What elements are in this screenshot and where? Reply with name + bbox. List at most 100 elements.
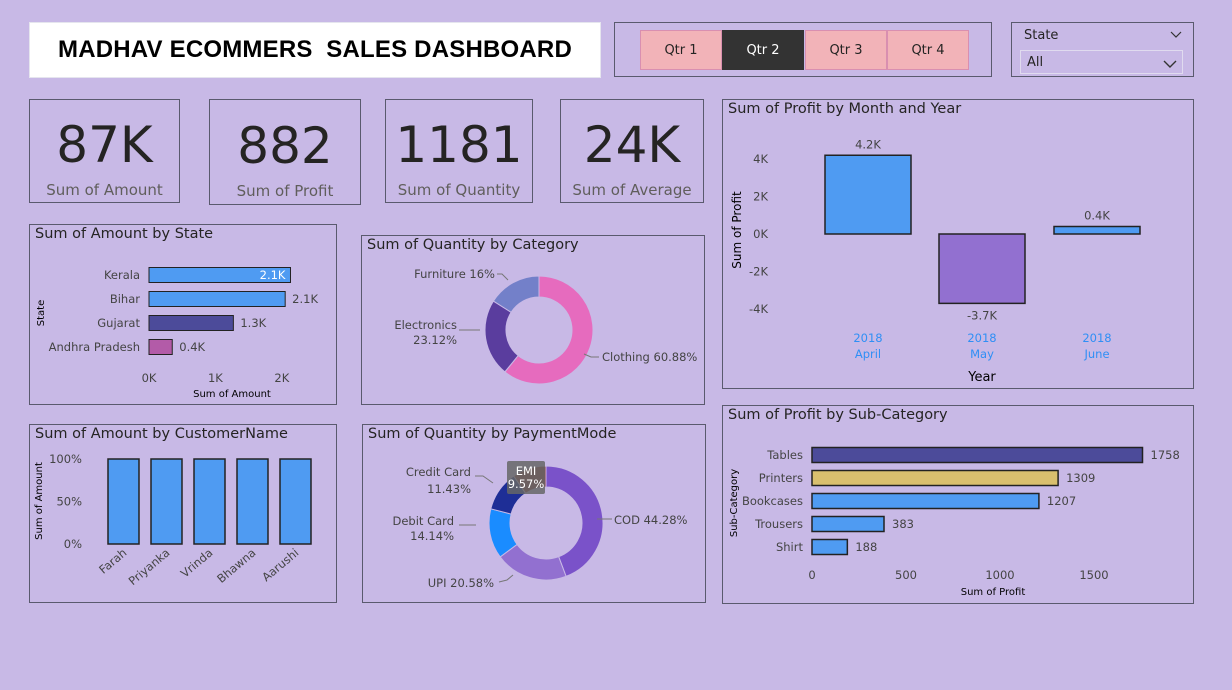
category-label: Shirt — [776, 540, 804, 554]
slice-label: 14.14% — [410, 529, 454, 543]
tick-label: 100% — [49, 452, 82, 466]
x-axis-label: Sum of Amount — [193, 389, 271, 400]
kpi-card-quantity: 1181 Sum of Quantity — [385, 99, 533, 203]
tick-label: 0K — [753, 227, 768, 241]
profit-by-subcategory-chart: Sub-Category Tables 1758 Printers 1309 Bookca… — [729, 446, 1180, 598]
dashboard-title: MADHAV ECOMMERS SALES DASHBOARD — [58, 36, 572, 63]
quantity-by-category-panel: Sum of Quantity by Category Clothing 60.… — [361, 235, 705, 405]
data-label: 1.3K — [240, 316, 266, 330]
slice-label: UPI 20.58% — [428, 576, 494, 590]
tick-label: 50% — [56, 495, 82, 509]
bar — [811, 515, 885, 533]
data-label: 1758 — [1151, 448, 1180, 462]
state-filter: State All — [1011, 22, 1194, 77]
qtr-2-button[interactable]: Qtr 2 — [722, 30, 804, 70]
slice-label: 11.43% — [427, 482, 471, 496]
y-axis-label: Sum of Profit — [730, 191, 744, 269]
tick-label: -4K — [749, 302, 768, 316]
kpi-label: Sum of Quantity — [397, 181, 521, 199]
slice-label: 9.57% — [508, 477, 545, 491]
quarter-slicer: Qtr 1 Qtr 2 Qtr 3 Qtr 4 — [614, 22, 992, 77]
x-tick-label: Bhawna — [214, 546, 258, 586]
bar — [279, 458, 312, 545]
x-tick-year: 2018 — [853, 331, 882, 345]
x-tick-label: Priyanka — [126, 546, 173, 588]
tick-label: 1K — [208, 371, 223, 385]
bar — [811, 446, 1144, 464]
qtr-4-button[interactable]: Qtr 4 — [887, 30, 969, 70]
pie-slice — [484, 300, 519, 373]
bar — [811, 492, 1040, 510]
data-label: 0.4K — [1084, 209, 1110, 223]
slice-label: Clothing 60.88% — [602, 350, 697, 364]
slice-label: Debit Card — [393, 514, 455, 528]
amount-by-customer-panel: Sum of Amount by CustomerName Sum of Amo… — [29, 424, 337, 603]
state-filter-label: State — [1024, 28, 1059, 43]
x-tick-year: 2018 — [1082, 331, 1111, 345]
leader-line — [498, 574, 514, 583]
x-tick-month: May — [970, 347, 994, 361]
category-label: Andhra Pradesh — [49, 340, 140, 354]
kpi-label: Sum of Average — [572, 181, 692, 199]
data-label: -3.7K — [967, 308, 997, 322]
data-label: 188 — [855, 540, 877, 554]
chevron-down-icon[interactable] — [1169, 26, 1183, 45]
bar — [148, 315, 234, 331]
slice-label: Electronics — [394, 318, 457, 332]
x-tick-label: Aarushi — [259, 546, 301, 585]
state-dropdown[interactable]: All — [1020, 50, 1183, 74]
kpi-label: Sum of Amount — [46, 181, 163, 199]
qtr-3-button[interactable]: Qtr 3 — [805, 30, 887, 70]
bar — [938, 233, 1026, 305]
kpi-label: Sum of Profit — [236, 182, 334, 200]
kpi-card-amount: 87K Sum of Amount — [29, 99, 180, 203]
slice-label: EMI — [516, 464, 537, 478]
quantity-by-category-chart: Clothing 60.88% Electronics23.12% Furnitur… — [394, 267, 697, 385]
leader-line — [497, 273, 509, 281]
bar — [148, 339, 173, 355]
kpi-card-average: 24K Sum of Average — [560, 99, 704, 203]
x-axis-label: Year — [967, 370, 996, 385]
qtr-1-button[interactable]: Qtr 1 — [640, 30, 722, 70]
x-tick-month: June — [1083, 347, 1109, 361]
kpi-value: 24K — [583, 116, 681, 174]
bar — [148, 291, 286, 307]
category-label: Kerala — [104, 268, 140, 282]
y-axis-label: Sub-Category — [729, 469, 740, 537]
data-label: 1207 — [1047, 494, 1076, 508]
quantity-by-payment-panel: Sum of Quantity by PaymentMode EMI 9.57% C… — [362, 424, 706, 603]
amount-by-state-panel: Sum of Amount by State State Kerala 2.1K Bi… — [29, 224, 337, 405]
slice-label: 23.12% — [413, 333, 457, 347]
quantity-by-payment-chart: EMI9.57% COD 44.28% UPI 20.58% Debit Card14… — [393, 461, 688, 590]
kpi-value: 1181 — [395, 116, 523, 174]
x-tick-month: April — [855, 347, 881, 361]
profit-by-month-panel: Sum of Profit by Month and Year Sum of P… — [722, 99, 1194, 389]
tick-label: 1000 — [985, 568, 1014, 582]
data-label: 2.1K — [260, 268, 286, 282]
bar — [236, 458, 269, 545]
amount-by-customer-chart: Sum of Amount 100% 50% 0% FarahPriyanka Vrind… — [34, 452, 312, 588]
bar — [811, 469, 1059, 487]
tick-label: 0K — [142, 371, 157, 385]
tick-label: 4K — [753, 152, 768, 166]
tick-label: 500 — [895, 568, 917, 582]
category-label: Printers — [759, 471, 803, 485]
tick-label: 2K — [274, 371, 289, 385]
profit-by-subcategory-panel: Sum of Profit by Sub-Category Sub-Catego… — [722, 405, 1194, 604]
y-axis-label: Sum of Amount — [34, 462, 45, 540]
category-label: Trousers — [754, 517, 803, 531]
data-label: 1309 — [1066, 471, 1095, 485]
tick-label: 0% — [64, 537, 82, 551]
dashboard-title-box: MADHAV ECOMMERS SALES DASHBOARD — [29, 22, 601, 78]
category-label: Bookcases — [742, 494, 803, 508]
bar — [150, 458, 183, 545]
category-label: Bihar — [110, 292, 140, 306]
state-dropdown-value: All — [1027, 55, 1044, 70]
tick-label: 1500 — [1079, 568, 1108, 582]
data-label: 0.4K — [179, 340, 205, 354]
bar — [193, 458, 226, 545]
amount-by-state-chart: State Kerala 2.1K Bihar 2.1K Gujarat 1.3K Andhr… — [36, 267, 318, 400]
profit-by-month-chart: Sum of Profit 4K 2K 0K -2K -4K 4.2K 2018 April -3… — [730, 137, 1141, 385]
x-axis-label: Sum of Profit — [961, 587, 1026, 598]
data-label: 383 — [892, 517, 914, 531]
